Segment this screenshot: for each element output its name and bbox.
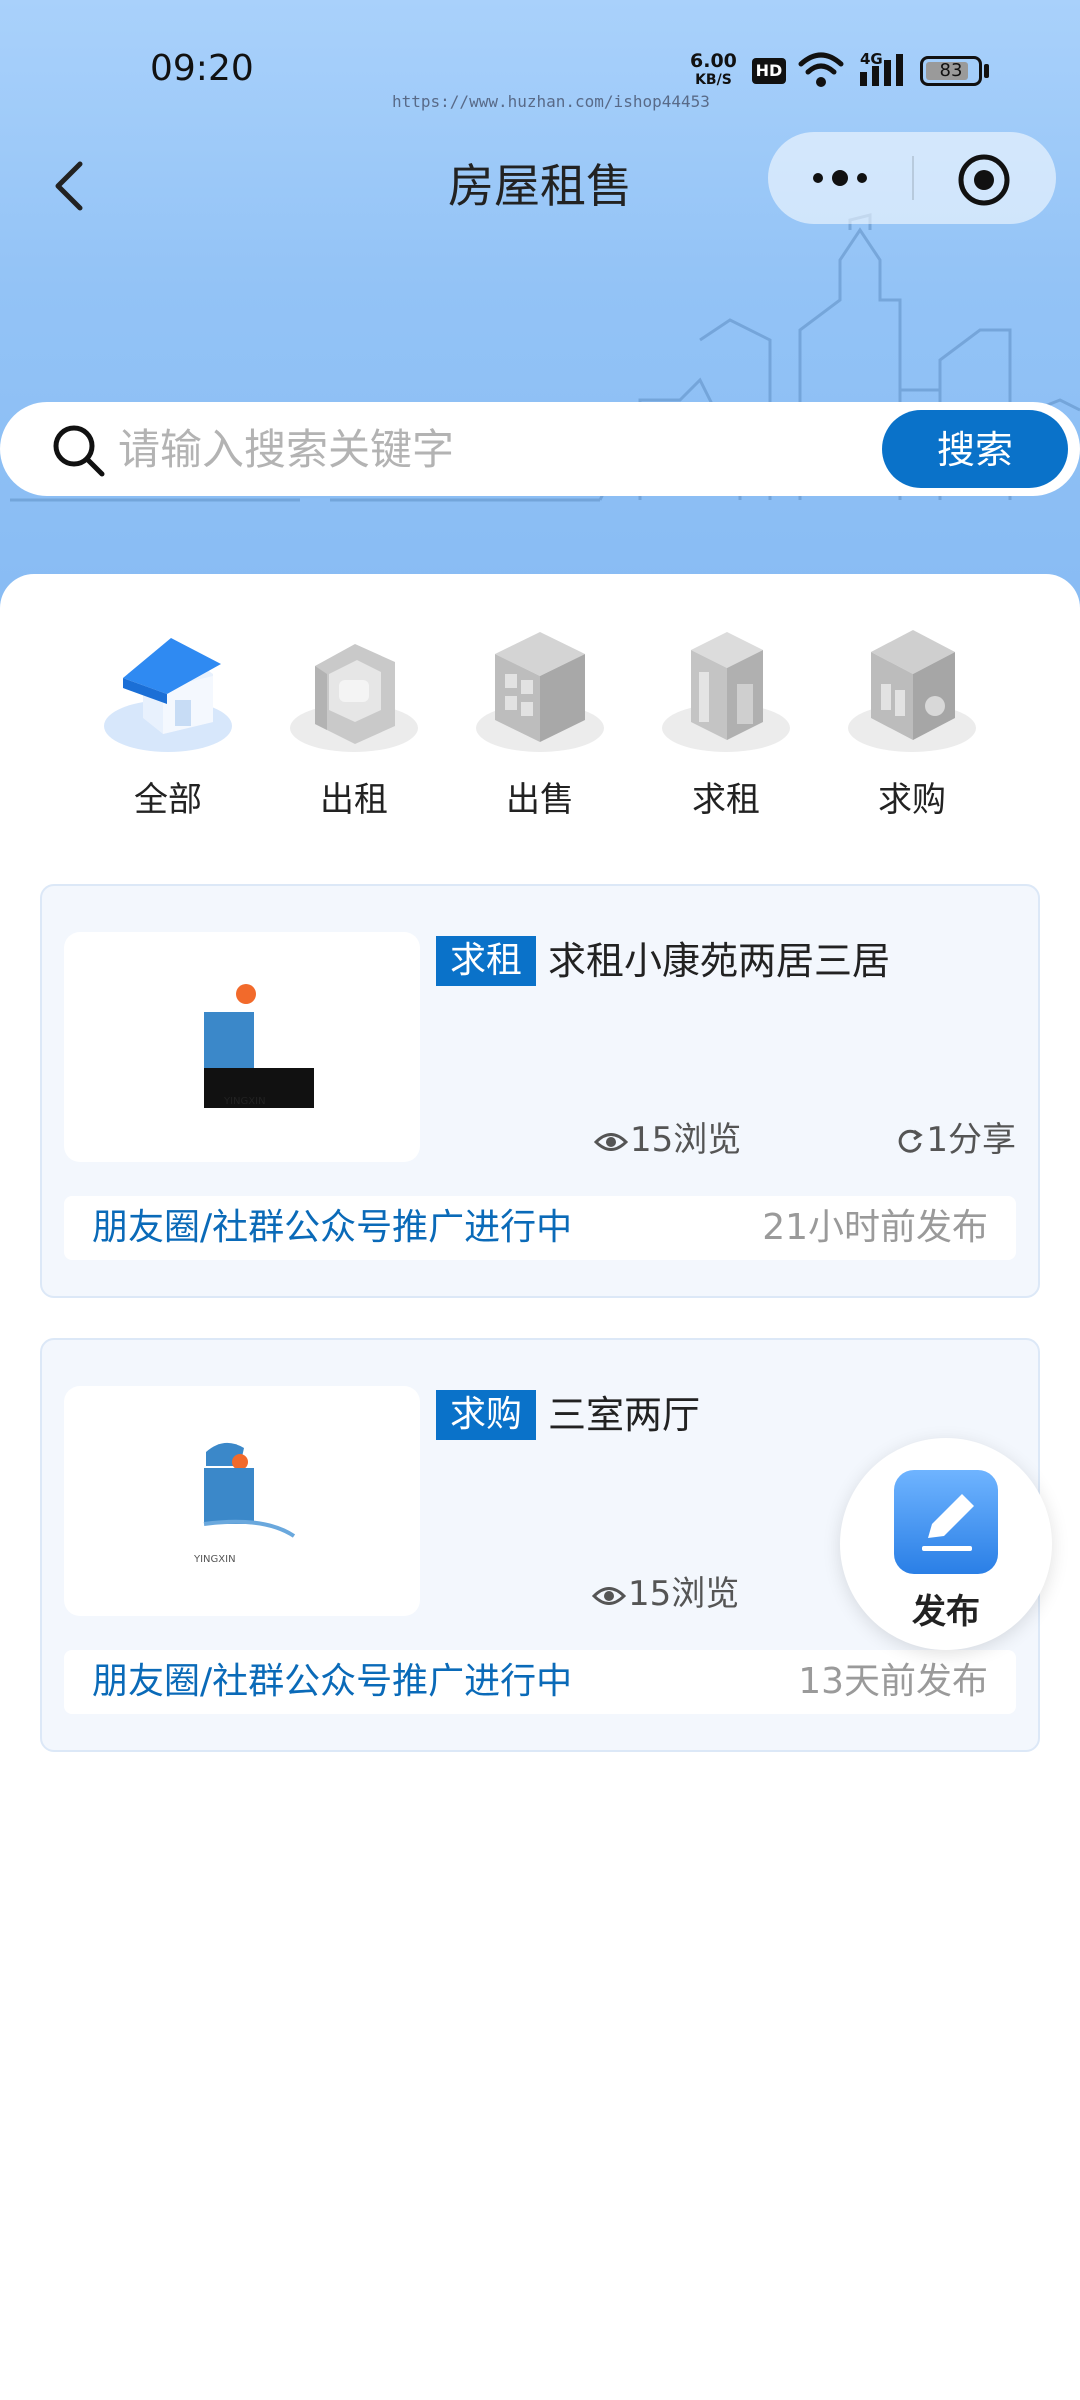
search-button[interactable]: 搜索 <box>882 410 1068 488</box>
close-mini-program-icon[interactable] <box>956 152 1012 208</box>
cellular-signal-icon: 4G <box>858 50 908 94</box>
status-time: 09:20 <box>150 48 254 89</box>
status-bar: 09:20 6.00 KB/S HD 4G 83 https://www.huz… <box>0 0 1080 130</box>
category-seek-buy[interactable]: 求购 <box>837 614 987 821</box>
wifi-icon <box>798 52 844 87</box>
eye-icon <box>593 1133 629 1151</box>
category-sell[interactable]: 出售 <box>465 614 615 821</box>
network-speed-value: 6.00 <box>690 50 737 72</box>
promotion-strip: 朋友圈/社群公众号推广进行中 21小时前发布 <box>64 1196 1016 1260</box>
category-label: 出租 <box>320 780 388 820</box>
listing-thumbnail: YINGXIN <box>64 1386 420 1616</box>
navigation-bar: 房屋租售 <box>0 130 1080 240</box>
shop-icon <box>848 630 976 752</box>
posted-time: 21小时前发布 <box>762 1207 988 1248</box>
listing-views-text: 15浏览 <box>628 1574 740 1614</box>
category-rent-out[interactable]: 出租 <box>279 614 429 821</box>
listing-views-text: 15浏览 <box>630 1120 742 1160</box>
thumbnail-logo-text: YINGXIN <box>223 1096 266 1107</box>
eye-icon <box>591 1587 627 1605</box>
listing-title: 三室两厅 <box>548 1393 701 1437</box>
listing-tag: 求购 <box>436 1390 537 1440</box>
edit-icon <box>894 1470 998 1574</box>
category-label: 求租 <box>692 780 760 820</box>
search-bar: 搜索 <box>0 402 1080 496</box>
battery-tip <box>984 64 989 78</box>
company-logo-image: YINGXIN <box>193 1442 296 1565</box>
watermark-url: https://www.huzhan.com/ishop44453 <box>392 92 710 111</box>
sofa-icon <box>290 644 418 752</box>
category-seek-rent[interactable]: 求租 <box>651 614 801 821</box>
posted-time: 13天前发布 <box>798 1661 988 1702</box>
more-options-icon[interactable] <box>808 162 872 194</box>
battery-level: 83 <box>939 60 963 81</box>
listing-views: 15浏览 <box>593 1118 742 1162</box>
search-input[interactable] <box>118 419 858 479</box>
category-label: 全部 <box>134 780 202 820</box>
listing-shares-text: 1分享 <box>926 1120 1016 1160</box>
listing-card[interactable]: YINGXIN 求租 求租小康苑两居三居 15浏览 1分享 朋友圈/社群公众号推… <box>40 884 1040 1298</box>
hd-badge: HD <box>752 58 786 84</box>
listing-thumbnail: YINGXIN <box>64 932 420 1162</box>
promotion-status: 朋友圈/社群公众号推广进行中 <box>92 1661 573 1702</box>
company-logo-image: YINGXIN <box>204 984 314 1108</box>
network-speed: 6.00 KB/S <box>690 52 737 90</box>
building-icon <box>476 632 604 752</box>
listing-views: 15浏览 <box>591 1572 740 1616</box>
publish-label: 发布 <box>912 1592 980 1632</box>
listing-shares: 1分享 <box>896 1118 1016 1162</box>
apartment-icon <box>662 632 790 752</box>
publish-fab-button[interactable]: 发布 <box>840 1438 1052 1650</box>
thumbnail-logo-text: YINGXIN <box>193 1554 236 1565</box>
category-all[interactable]: 全部 <box>93 614 243 821</box>
house-icon <box>104 638 232 752</box>
mini-program-capsule <box>768 132 1056 224</box>
search-icon <box>53 425 105 477</box>
promotion-status: 朋友圈/社群公众号推广进行中 <box>92 1207 573 1248</box>
share-icon <box>899 1129 924 1153</box>
network-type: 4G <box>860 50 883 68</box>
promotion-strip: 朋友圈/社群公众号推广进行中 13天前发布 <box>64 1650 1016 1714</box>
network-speed-unit: KB/S <box>695 72 732 88</box>
listing-tag: 求租 <box>436 936 537 986</box>
capsule-divider <box>912 156 914 200</box>
category-label: 求购 <box>878 780 946 820</box>
category-label: 出售 <box>506 780 574 820</box>
listing-title: 求租小康苑两居三居 <box>548 939 891 983</box>
battery-icon: 83 <box>920 56 982 86</box>
